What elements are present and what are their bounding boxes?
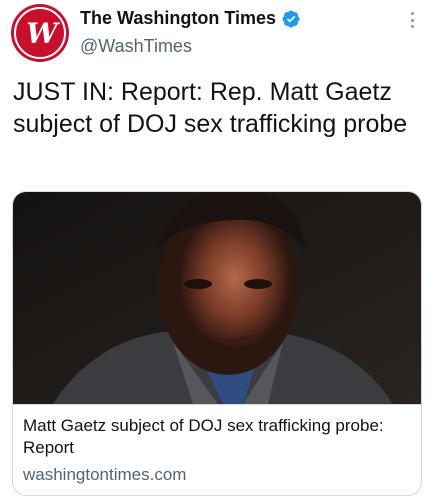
tweet[interactable]: W The Washington Times @WashTimes JUST I… [0,0,434,500]
link-card[interactable]: Matt Gaetz subject of DOJ sex traffickin… [12,191,422,496]
card-title[interactable]: Matt Gaetz subject of DOJ sex traffickin… [23,415,413,459]
card-domain[interactable]: washingtontimes.com [23,465,186,485]
author-handle[interactable]: @WashTimes [80,36,192,57]
author-name-row[interactable]: The Washington Times [80,8,301,29]
more-options-icon[interactable] [404,10,420,30]
avatar[interactable]: W [11,4,69,62]
card-image[interactable] [13,192,422,404]
author-display-name[interactable]: The Washington Times [80,8,276,29]
card-body[interactable]: Matt Gaetz subject of DOJ sex traffickin… [13,404,421,495]
verified-badge-icon [282,9,300,28]
washington-times-logo-icon: W [14,7,66,59]
tweet-text: JUST IN: Report: Rep. Matt Gaetz subject… [13,78,408,138]
